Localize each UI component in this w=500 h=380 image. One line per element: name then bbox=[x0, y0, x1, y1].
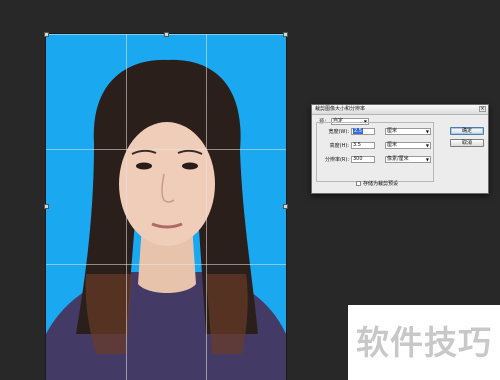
crop-grid-line bbox=[46, 264, 286, 265]
save-preset-checkbox[interactable] bbox=[356, 181, 361, 186]
resolution-unit: 像素/厘米 bbox=[387, 156, 409, 162]
width-input[interactable]: 2.5 bbox=[351, 128, 375, 135]
resolution-input[interactable]: 300 bbox=[351, 156, 375, 163]
height-unit: 厘米 bbox=[387, 142, 398, 148]
size-fieldset: 宽度(W): 2.5 厘米 ▼ 高度(H): 3.5 厘米 ▼ 分辨率(R): … bbox=[316, 122, 434, 182]
ok-button[interactable]: 确定 bbox=[450, 127, 484, 135]
crop-handle-left[interactable] bbox=[44, 204, 49, 209]
crop-grid-line bbox=[126, 34, 127, 380]
dialog-body: 源： 自定 ▼ 宽度(W): 2.5 厘米 ▼ 高度(H): 3.5 厘米 ▼ … bbox=[316, 118, 434, 190]
photo-canvas[interactable] bbox=[44, 32, 288, 380]
close-icon[interactable]: × bbox=[479, 106, 486, 112]
width-label: 宽度(W): bbox=[328, 129, 349, 135]
crop-size-dialog: 裁剪图像大小和分辨率 × 源： 自定 ▼ 宽度(W): 2.5 厘米 ▼ 高度(… bbox=[311, 104, 489, 194]
height-input[interactable]: 3.5 bbox=[351, 142, 375, 149]
chevron-down-icon: ▼ bbox=[425, 129, 429, 134]
width-row: 宽度(W): 2.5 厘米 ▼ bbox=[317, 128, 433, 136]
crop-grid-line bbox=[206, 34, 207, 380]
dialog-title-bar: 裁剪图像大小和分辨率 × bbox=[312, 105, 488, 115]
crop-handle-top-right[interactable] bbox=[283, 32, 288, 37]
width-unit: 厘米 bbox=[387, 128, 398, 134]
crop-grid-line bbox=[46, 149, 286, 150]
resolution-value: 300 bbox=[353, 156, 363, 162]
resolution-label: 分辨率(R): bbox=[324, 157, 349, 163]
crop-handle-top-left[interactable] bbox=[44, 32, 49, 37]
crop-handle-right[interactable] bbox=[283, 204, 288, 209]
resolution-row: 分辨率(R): 300 像素/厘米 ▼ bbox=[317, 156, 433, 164]
save-preset-label: 存储为裁剪预设 bbox=[363, 181, 399, 187]
chevron-down-icon: ▼ bbox=[425, 157, 429, 162]
dialog-title: 裁剪图像大小和分辨率 bbox=[315, 106, 366, 112]
watermark-text: 软件技巧 bbox=[348, 305, 500, 380]
resolution-unit-select[interactable]: 像素/厘米 ▼ bbox=[385, 156, 431, 163]
portrait-photo bbox=[46, 34, 286, 380]
height-value: 3.5 bbox=[353, 142, 361, 148]
save-preset-row[interactable]: 存储为裁剪预设 bbox=[356, 181, 398, 188]
width-value: 2.5 bbox=[353, 128, 363, 134]
height-row: 高度(H): 3.5 厘米 ▼ bbox=[317, 142, 433, 150]
height-label: 高度(H): bbox=[329, 143, 349, 149]
crop-handle-top[interactable] bbox=[164, 32, 169, 37]
height-unit-select[interactable]: 厘米 ▼ bbox=[385, 142, 431, 149]
chevron-down-icon: ▼ bbox=[425, 143, 429, 148]
cancel-button[interactable]: 取消 bbox=[450, 139, 484, 147]
width-unit-select[interactable]: 厘米 ▼ bbox=[385, 128, 431, 135]
